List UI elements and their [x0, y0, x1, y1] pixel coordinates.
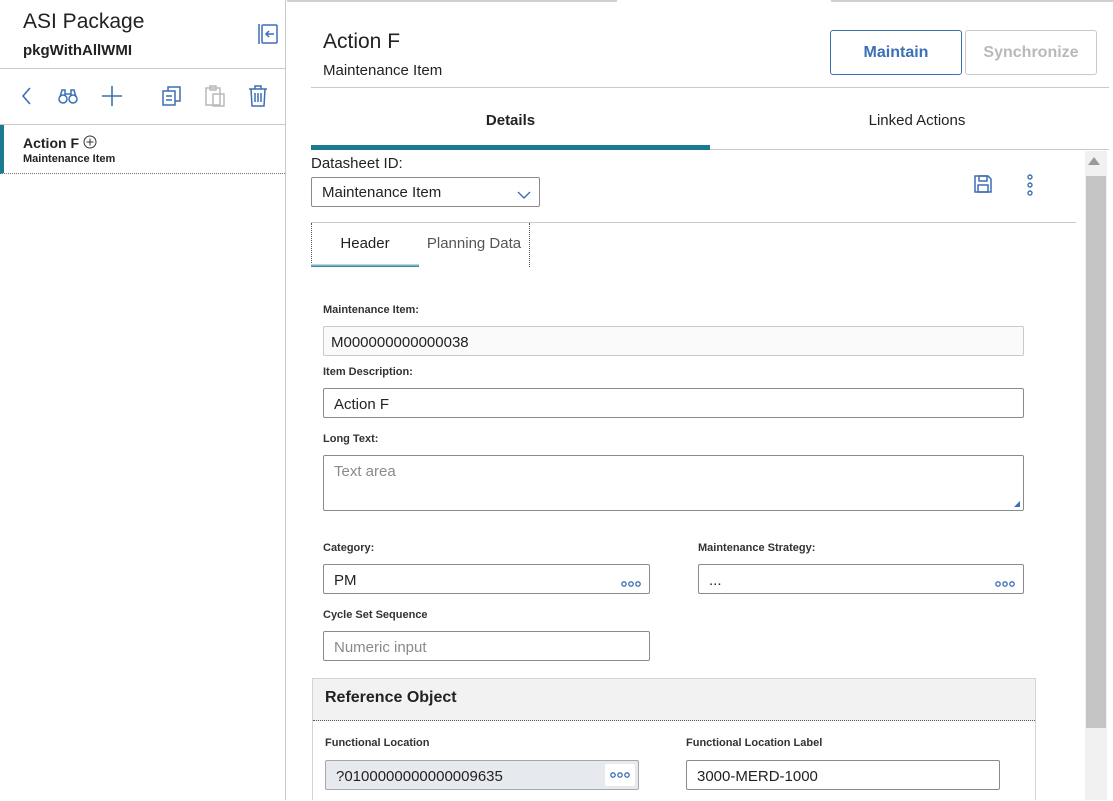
left-panel: ASI Package pkgWithAllWMI Action F Maint…	[0, 0, 286, 800]
long-text-placeholder: Text area	[334, 463, 396, 480]
tab-linked-actions[interactable]: Linked Actions	[710, 88, 1113, 150]
functional-location-label: Functional Location	[325, 737, 430, 749]
top-strip	[831, 0, 1113, 2]
scroll-up-arrow-icon[interactable]	[1088, 157, 1100, 165]
long-text-field[interactable]: Text area	[323, 455, 1024, 511]
subtab-header[interactable]: Header	[311, 223, 418, 267]
binoculars-icon[interactable]	[55, 83, 81, 109]
functional-location-label-value: 3000-MERD-1000	[697, 768, 818, 785]
functional-location-label-field[interactable]: 3000-MERD-1000	[686, 760, 1000, 790]
tab-details[interactable]: Details	[311, 88, 710, 150]
tree-item-title: Action F	[23, 135, 79, 151]
copy-icon[interactable]	[159, 83, 185, 109]
collapse-panel-icon[interactable]	[256, 22, 280, 46]
add-circle-icon[interactable]	[83, 135, 97, 149]
item-description-field[interactable]: Action F	[323, 388, 1024, 418]
long-text-label: Long Text:	[323, 433, 379, 445]
category-field[interactable]: PM	[323, 564, 650, 594]
more-options-icon[interactable]	[1023, 173, 1037, 197]
top-strip	[287, 0, 617, 2]
paste-icon	[202, 83, 228, 109]
record-title: Action F	[323, 30, 401, 53]
maintenance-strategy-label: Maintenance Strategy:	[698, 542, 816, 554]
scrollbar-thumb[interactable]	[1086, 176, 1106, 728]
datasheet-label: Datasheet ID:	[311, 155, 403, 172]
datasheet-select[interactable]: Maintenance Item	[311, 177, 540, 207]
synchronize-button: Synchronize	[965, 30, 1097, 75]
cycle-set-sequence-label: Cycle Set Sequence	[323, 609, 428, 621]
cycle-set-sequence-placeholder: Numeric input	[334, 639, 427, 656]
reference-object-title: Reference Object	[325, 689, 457, 706]
divider	[710, 149, 1109, 150]
tree-item-action-f[interactable]: Action F Maintenance Item	[0, 125, 285, 174]
chevron-down-icon	[517, 187, 531, 199]
active-tab-indicator	[311, 145, 710, 150]
maintenance-strategy-value: ...	[709, 572, 722, 589]
item-description-value: Action F	[334, 396, 390, 413]
maintenance-item-field: M000000000000038	[323, 326, 1024, 356]
package-title: ASI Package	[23, 10, 145, 33]
category-value: PM	[334, 572, 357, 589]
record-subtitle: Maintenance Item	[323, 62, 443, 79]
save-icon[interactable]	[973, 174, 993, 194]
functional-location-value: ?0100000000000009635	[336, 768, 503, 785]
maintenance-item-label: Maintenance Item:	[323, 304, 419, 316]
package-subtitle: pkgWithAllWMI	[23, 42, 133, 59]
functional-location-lookup-button[interactable]	[605, 764, 635, 786]
tree-toolbar	[0, 69, 285, 124]
category-label: Category:	[323, 542, 375, 554]
delete-icon[interactable]	[245, 83, 271, 109]
resize-handle-icon[interactable]	[1014, 501, 1020, 507]
functional-location-label-label: Functional Location Label	[686, 737, 823, 749]
back-icon[interactable]	[14, 83, 40, 109]
add-icon[interactable]	[99, 83, 125, 109]
ellipsis-icon	[610, 772, 630, 778]
datasheet-select-value: Maintenance Item	[322, 184, 442, 201]
ellipsis-icon[interactable]	[621, 575, 641, 587]
cycle-set-sequence-field[interactable]: Numeric input	[323, 631, 650, 661]
subtab-planning-data[interactable]: Planning Data	[419, 223, 530, 267]
item-description-label: Item Description:	[323, 366, 413, 378]
active-subtab-indicator	[311, 264, 419, 267]
maintain-button[interactable]: Maintain	[830, 30, 962, 75]
tree-item-subtitle: Maintenance Item	[23, 153, 116, 165]
reference-object-body: Functional Location ?0100000000000009635…	[313, 721, 1035, 801]
maintenance-strategy-field[interactable]: ...	[698, 564, 1024, 594]
reference-object-section: Reference Object Functional Location ?01…	[312, 678, 1036, 801]
maintenance-item-value: M000000000000038	[331, 334, 469, 351]
ellipsis-icon[interactable]	[995, 575, 1015, 587]
functional-location-field[interactable]: ?0100000000000009635	[325, 760, 639, 790]
